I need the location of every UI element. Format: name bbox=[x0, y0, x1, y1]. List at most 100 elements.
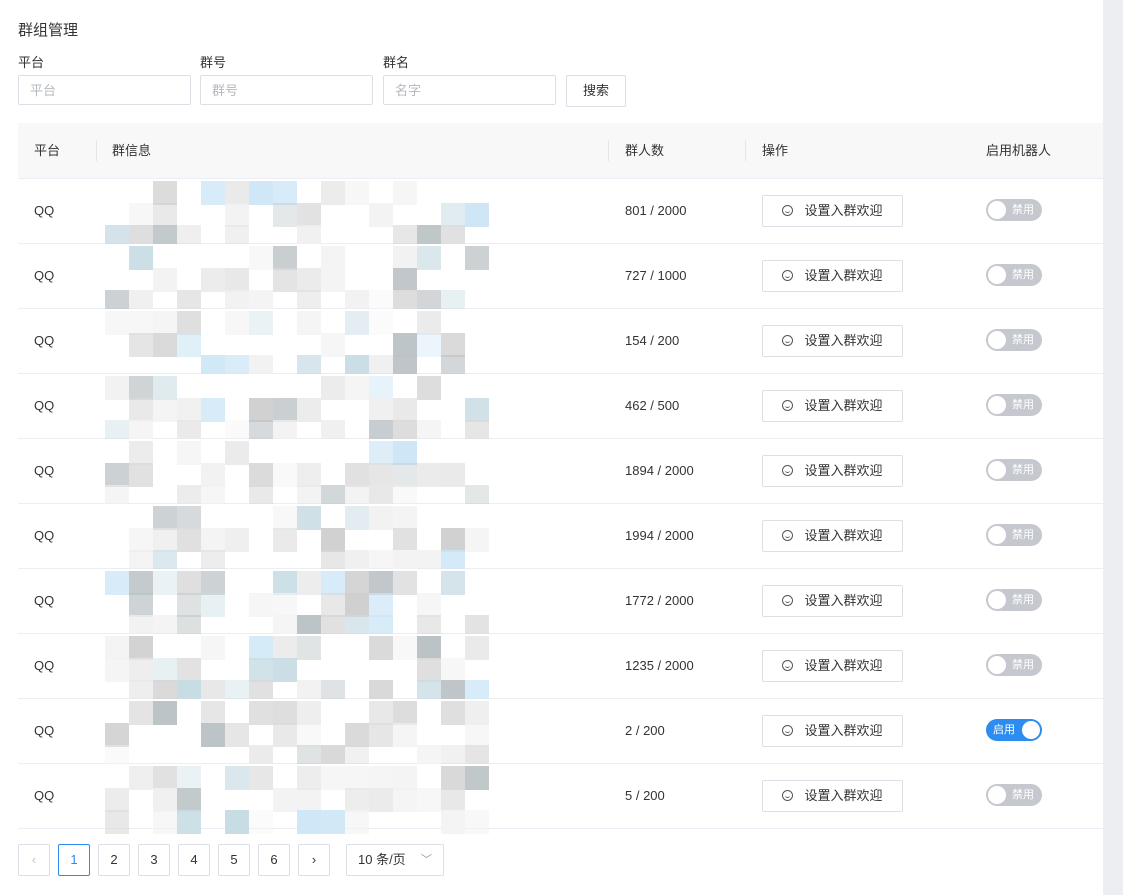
set-welcome-button[interactable]: 设置入群欢迎 bbox=[762, 455, 903, 487]
mosaic-tile bbox=[417, 463, 441, 487]
toggle-knob bbox=[1022, 721, 1040, 739]
enable-bot-toggle[interactable]: 禁用 bbox=[986, 264, 1042, 286]
mosaic-tile bbox=[249, 463, 273, 487]
set-welcome-label: 设置入群欢迎 bbox=[804, 268, 883, 283]
mosaic-tile bbox=[345, 766, 369, 790]
enable-bot-toggle[interactable]: 禁用 bbox=[986, 524, 1042, 546]
mosaic-tile bbox=[249, 246, 273, 270]
mosaic-tile bbox=[105, 311, 129, 335]
set-welcome-button[interactable]: 设置入群欢迎 bbox=[762, 780, 903, 812]
mosaic-tile bbox=[345, 723, 369, 747]
column-divider bbox=[96, 140, 97, 161]
mosaic-tile bbox=[297, 788, 321, 812]
mosaic-tile bbox=[201, 593, 225, 617]
mosaic-tile bbox=[465, 701, 489, 725]
next-page-button[interactable]: › bbox=[298, 844, 330, 876]
enable-bot-toggle[interactable]: 禁用 bbox=[986, 654, 1042, 676]
table-row: QQ 727 / 1000 设置入群欢迎 禁用 bbox=[18, 244, 1103, 314]
mosaic-tile bbox=[177, 593, 201, 617]
page-size-select[interactable]: 10 条/页 ﹀ bbox=[346, 844, 444, 876]
mosaic-tile bbox=[297, 571, 321, 595]
page-button-6[interactable]: 6 bbox=[258, 844, 290, 876]
page-button-1[interactable]: 1 bbox=[58, 844, 90, 876]
mosaic-tile bbox=[105, 810, 129, 834]
row-platform: QQ bbox=[34, 528, 55, 543]
mosaic-tile bbox=[417, 333, 441, 357]
mosaic-tile bbox=[225, 810, 249, 834]
mosaic-tile bbox=[465, 528, 489, 552]
set-welcome-button[interactable]: 设置入群欢迎 bbox=[762, 650, 903, 682]
mosaic-tile bbox=[129, 636, 153, 660]
group-id-input[interactable] bbox=[200, 75, 373, 105]
smile-icon bbox=[782, 725, 794, 736]
row-platform: QQ bbox=[34, 593, 55, 608]
mosaic-tile bbox=[393, 441, 417, 465]
set-welcome-button[interactable]: 设置入群欢迎 bbox=[762, 715, 903, 747]
enable-bot-toggle[interactable]: 禁用 bbox=[986, 784, 1042, 806]
mosaic-tile bbox=[201, 181, 225, 205]
mosaic-tile bbox=[177, 810, 201, 834]
mosaic-tile bbox=[273, 723, 297, 747]
page-title: 群组管理 bbox=[18, 22, 79, 39]
page-button-4[interactable]: 4 bbox=[178, 844, 210, 876]
redacted-group-info bbox=[105, 311, 505, 379]
toggle-knob bbox=[988, 526, 1006, 544]
mosaic-tile bbox=[393, 766, 417, 790]
column-group-info: 群信息 bbox=[112, 143, 152, 158]
mosaic-tile bbox=[273, 528, 297, 552]
mosaic-tile bbox=[393, 636, 417, 660]
mosaic-tile bbox=[417, 593, 441, 617]
enable-bot-toggle[interactable]: 禁用 bbox=[986, 589, 1042, 611]
mosaic-tile bbox=[297, 506, 321, 530]
row-member-count: 801 / 2000 bbox=[625, 203, 687, 218]
mosaic-tile bbox=[201, 571, 225, 595]
page-button-5[interactable]: 5 bbox=[218, 844, 250, 876]
mosaic-tile bbox=[393, 181, 417, 205]
enable-bot-toggle[interactable]: 禁用 bbox=[986, 329, 1042, 351]
mosaic-tile bbox=[177, 506, 201, 530]
mosaic-tile bbox=[225, 723, 249, 747]
mosaic-tile bbox=[249, 701, 273, 725]
toggle-knob bbox=[988, 656, 1006, 674]
prev-page-button[interactable]: ‹ bbox=[18, 844, 50, 876]
enable-bot-toggle[interactable]: 禁用 bbox=[986, 459, 1042, 481]
row-member-count: 727 / 1000 bbox=[625, 268, 687, 283]
toggle-label: 禁用 bbox=[1012, 594, 1034, 606]
column-enable-bot: 启用机器人 bbox=[986, 143, 1052, 158]
set-welcome-label: 设置入群欢迎 bbox=[804, 463, 883, 478]
mosaic-tile bbox=[129, 333, 153, 357]
set-welcome-button[interactable]: 设置入群欢迎 bbox=[762, 390, 903, 422]
page-button-3[interactable]: 3 bbox=[138, 844, 170, 876]
toggle-label: 禁用 bbox=[1012, 529, 1034, 541]
set-welcome-button[interactable]: 设置入群欢迎 bbox=[762, 520, 903, 552]
set-welcome-button[interactable]: 设置入群欢迎 bbox=[762, 195, 903, 227]
mosaic-tile bbox=[129, 311, 153, 335]
table-row: QQ 462 / 500 设置入群欢迎 禁用 bbox=[18, 374, 1103, 444]
mosaic-tile bbox=[321, 246, 345, 270]
enable-bot-toggle[interactable]: 禁用 bbox=[986, 394, 1042, 416]
page-button-2[interactable]: 2 bbox=[98, 844, 130, 876]
enable-bot-toggle[interactable]: 禁用 bbox=[986, 199, 1042, 221]
mosaic-tile bbox=[297, 810, 321, 834]
mosaic-tile bbox=[177, 571, 201, 595]
page-size-label: 10 条/页 bbox=[358, 852, 406, 867]
toggle-label: 禁用 bbox=[1012, 789, 1034, 801]
set-welcome-button[interactable]: 设置入群欢迎 bbox=[762, 585, 903, 617]
mosaic-tile bbox=[345, 311, 369, 335]
mosaic-tile bbox=[201, 398, 225, 422]
mosaic-tile bbox=[153, 181, 177, 205]
row-member-count: 1235 / 2000 bbox=[625, 658, 694, 673]
toggle-label: 禁用 bbox=[1012, 464, 1034, 476]
mosaic-tile bbox=[393, 528, 417, 552]
enable-bot-toggle[interactable]: 启用 bbox=[986, 719, 1042, 741]
mosaic-tile bbox=[105, 571, 129, 595]
set-welcome-button[interactable]: 设置入群欢迎 bbox=[762, 325, 903, 357]
mosaic-tile bbox=[345, 506, 369, 530]
set-welcome-button[interactable]: 设置入群欢迎 bbox=[762, 260, 903, 292]
mosaic-tile bbox=[297, 398, 321, 422]
group-name-input[interactable] bbox=[383, 75, 556, 105]
row-platform: QQ bbox=[34, 723, 55, 738]
mosaic-tile bbox=[393, 701, 417, 725]
platform-input[interactable] bbox=[18, 75, 191, 105]
search-button[interactable]: 搜索 bbox=[566, 75, 626, 107]
